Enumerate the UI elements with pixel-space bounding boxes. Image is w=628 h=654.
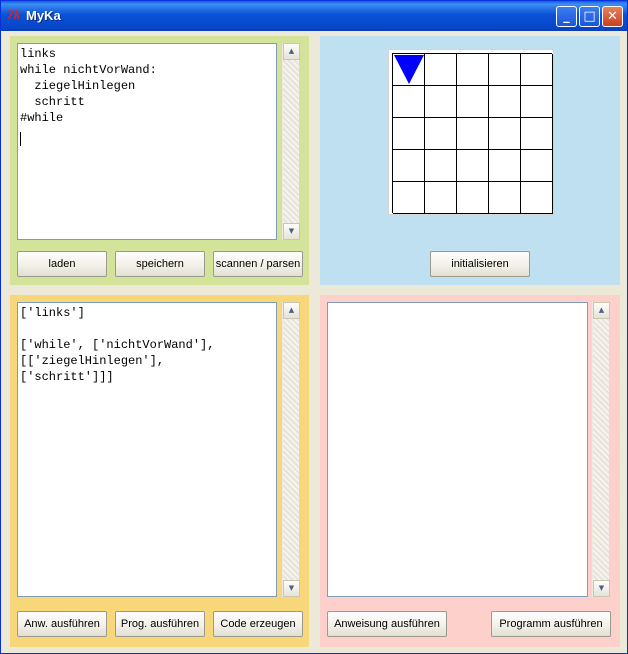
world-cell[interactable] (393, 182, 425, 214)
world-cell[interactable] (457, 86, 489, 118)
load-button[interactable]: laden (17, 251, 107, 277)
world-cell[interactable] (521, 150, 553, 182)
window-title: MyKa (26, 8, 61, 23)
parse-output[interactable]: ['links'] ['while', ['nichtVorWand'], [[… (17, 302, 277, 597)
run-statement-button[interactable]: Anw. ausführen (17, 611, 107, 637)
minimize-button[interactable]: _ (556, 6, 577, 27)
scroll-up-icon[interactable]: ▲ (593, 302, 610, 319)
world-cell[interactable] (489, 54, 521, 86)
code-output[interactable] (327, 302, 588, 597)
world-cell[interactable] (457, 54, 489, 86)
text-cursor (20, 132, 21, 146)
world-cell[interactable] (521, 54, 553, 86)
world-cell[interactable] (489, 150, 521, 182)
world-cell[interactable] (425, 150, 457, 182)
generate-code-button[interactable]: Code erzeugen (213, 611, 303, 637)
scroll-up-icon[interactable]: ▲ (283, 302, 300, 319)
parse-scrollbar[interactable]: ▲ ▼ (282, 302, 300, 597)
world-cell[interactable] (393, 86, 425, 118)
world-cell[interactable] (457, 150, 489, 182)
world-cell[interactable] (521, 118, 553, 150)
scroll-down-icon[interactable]: ▼ (593, 580, 610, 597)
world-cell[interactable] (393, 118, 425, 150)
save-button[interactable]: speichern (115, 251, 205, 277)
code-scrollbar[interactable]: ▲ ▼ (592, 302, 610, 597)
maximize-button[interactable]: □ (579, 6, 600, 27)
scroll-down-icon[interactable]: ▼ (283, 580, 300, 597)
close-button[interactable]: ✕ (602, 6, 623, 27)
editor-scrollbar[interactable]: ▲ ▼ (282, 43, 300, 240)
tk-icon: 7k (7, 8, 21, 22)
code-panel: ▲ ▼ Anweisung ausführen Programm ausführ… (320, 295, 620, 647)
init-button[interactable]: initialisieren (430, 251, 530, 277)
world-cell[interactable] (521, 182, 553, 214)
parse-button[interactable]: scannen / parsen (213, 251, 303, 277)
world-cell[interactable] (489, 182, 521, 214)
world-cell[interactable] (425, 118, 457, 150)
title-bar[interactable]: 7k MyKa _ □ ✕ (1, 1, 627, 31)
scroll-down-icon[interactable]: ▼ (283, 223, 300, 240)
app-window: 7k MyKa _ □ ✕ links while nichtVorWand: … (0, 0, 628, 654)
world-panel: initialisieren (320, 36, 620, 285)
world-cell[interactable] (489, 86, 521, 118)
code-editor[interactable]: links while nichtVorWand: ziegelHinlegen… (17, 43, 277, 240)
run-program-button[interactable]: Programm ausführen (491, 611, 611, 637)
scroll-up-icon[interactable]: ▲ (283, 43, 300, 60)
world-cell[interactable] (425, 86, 457, 118)
world-grid (392, 53, 553, 214)
world-cell[interactable] (393, 150, 425, 182)
world-cell[interactable] (425, 182, 457, 214)
editor-panel: links while nichtVorWand: ziegelHinlegen… (10, 36, 309, 285)
world-cell[interactable] (425, 54, 457, 86)
robot-icon (394, 55, 424, 84)
parse-panel: ['links'] ['while', ['nichtVorWand'], [[… (10, 295, 309, 647)
world-canvas[interactable] (388, 49, 554, 215)
world-cell[interactable] (489, 118, 521, 150)
run-program-button[interactable]: Prog. ausführen (115, 611, 205, 637)
world-cell[interactable] (521, 86, 553, 118)
world-cell[interactable] (457, 118, 489, 150)
world-cell[interactable] (457, 182, 489, 214)
world-cell[interactable] (393, 54, 425, 86)
run-statement-button[interactable]: Anweisung ausführen (327, 611, 447, 637)
